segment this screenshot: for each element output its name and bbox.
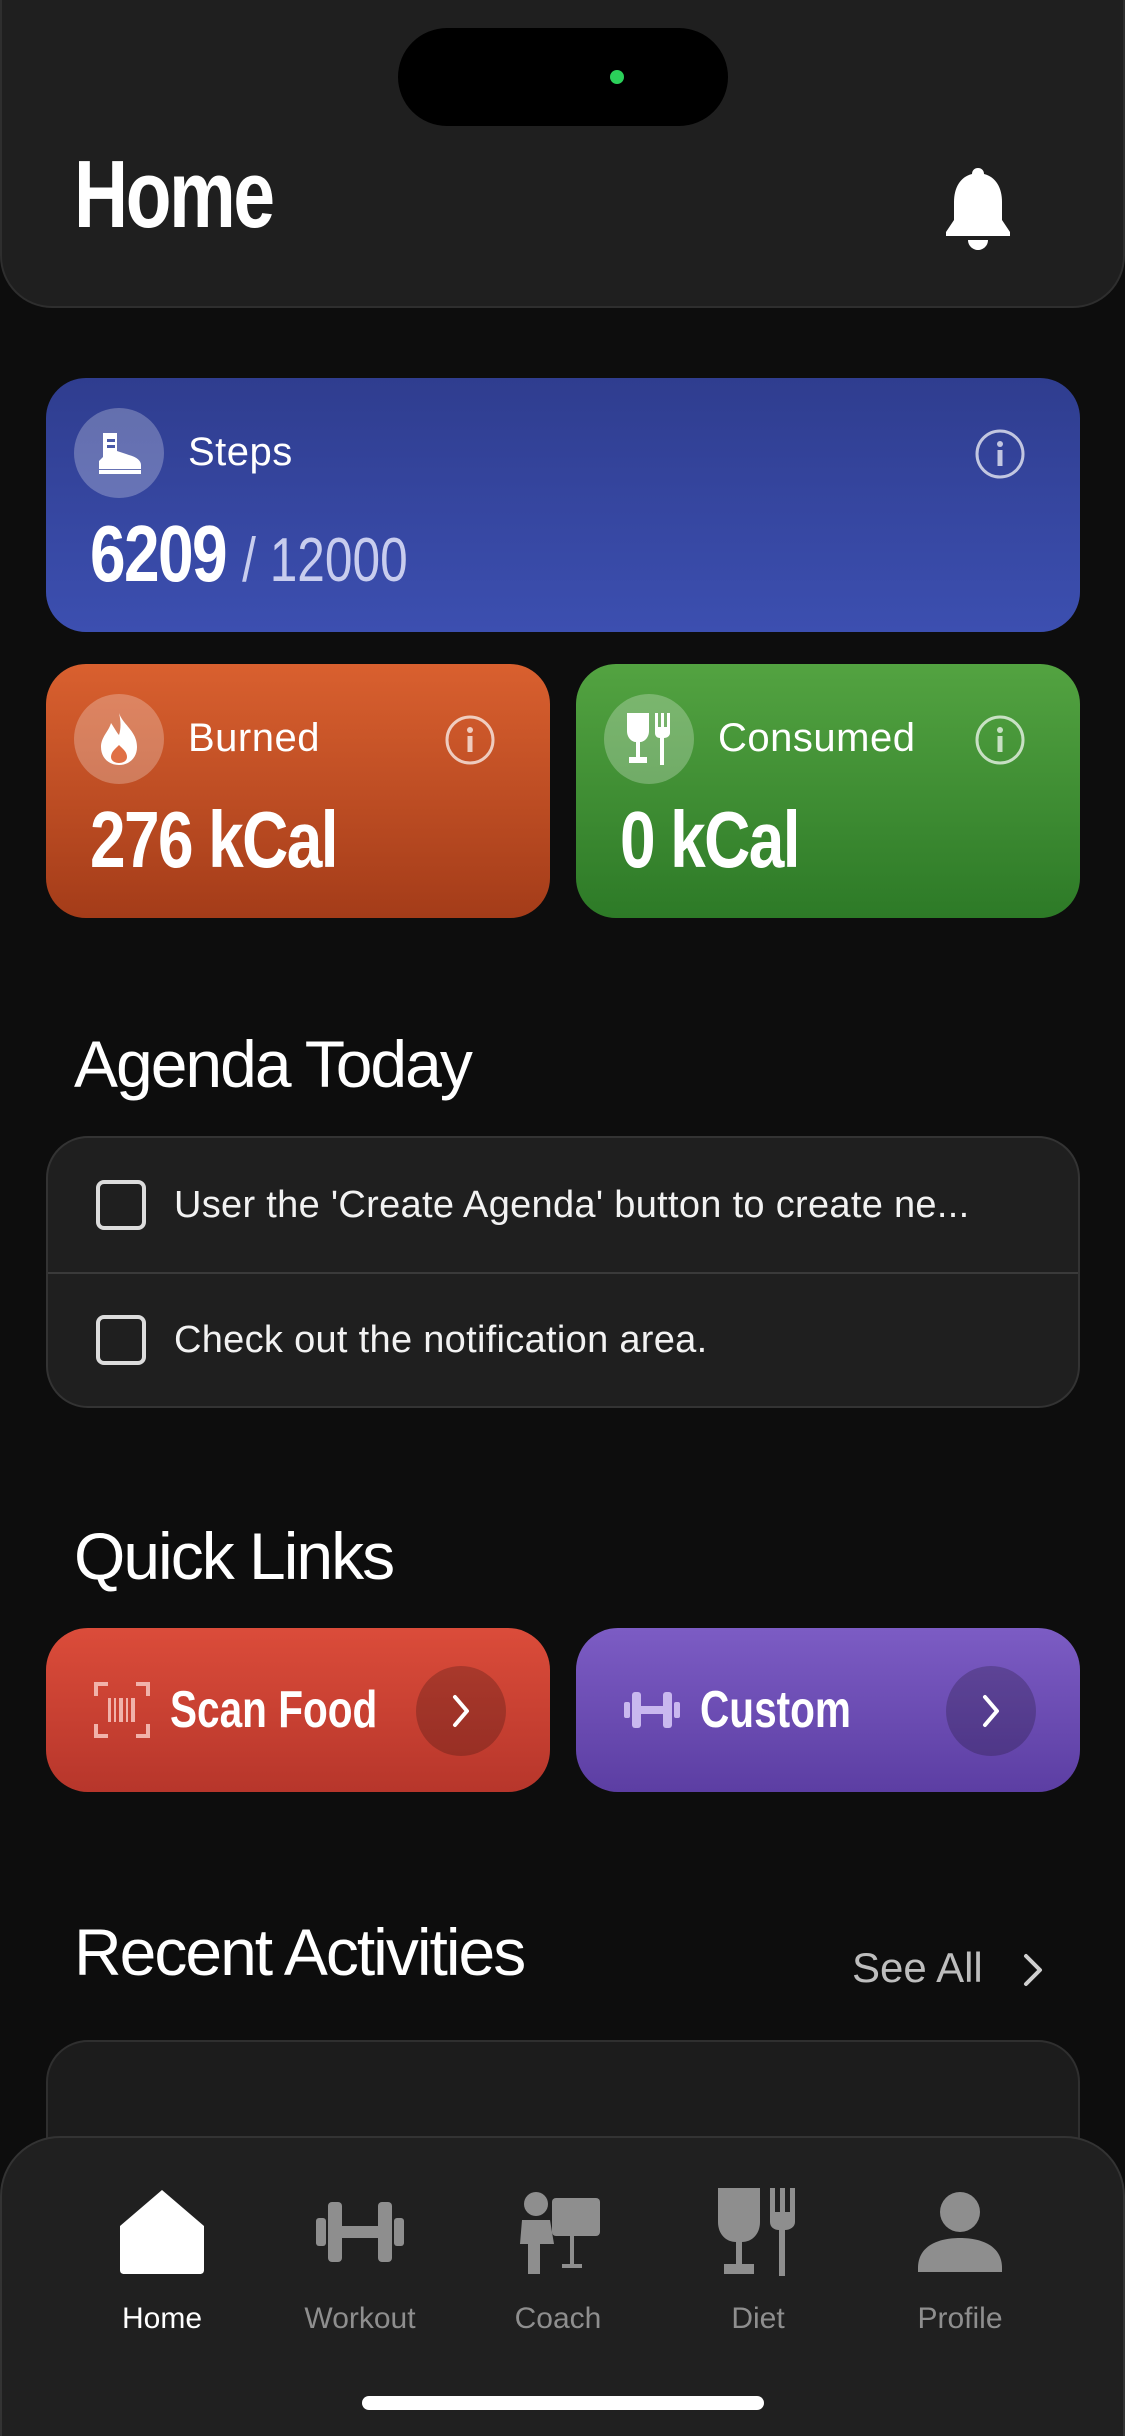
custom-label: Custom: [700, 1681, 851, 1739]
info-icon[interactable]: [974, 428, 1026, 480]
steps-value: 6209: [90, 509, 228, 598]
agenda-checkbox[interactable]: [96, 1315, 146, 1365]
agenda-item-text: User the 'Create Agenda' button to creat…: [174, 1183, 970, 1226]
diet-icon: [604, 694, 694, 784]
info-icon[interactable]: [444, 714, 496, 766]
home-icon: [120, 2190, 204, 2274]
tab-label: Workout: [304, 2302, 416, 2335]
tab-profile[interactable]: Profile: [880, 2184, 1040, 2344]
scan-food-label: Scan Food: [170, 1681, 378, 1739]
consumed-label: Consumed: [718, 716, 916, 760]
chevron-right-icon: [416, 1666, 506, 1756]
chevron-right-icon[interactable]: [1018, 1948, 1048, 1992]
tab-home[interactable]: Home: [82, 2184, 242, 2344]
agenda-title: Agenda Today: [74, 1027, 473, 1101]
recent-activities-title: Recent Activities: [74, 1915, 526, 1989]
agenda-item-text: Check out the notification area.: [174, 1318, 708, 1361]
agenda-item[interactable]: Check out the notification area.: [48, 1272, 1078, 1406]
tab-diet[interactable]: Diet: [678, 2184, 838, 2344]
tab-label: Coach: [514, 2302, 602, 2335]
quick-links-title: Quick Links: [74, 1519, 395, 1593]
agenda-list: User the 'Create Agenda' button to creat…: [46, 1136, 1080, 1408]
tab-label: Home: [121, 2302, 203, 2335]
consumed-value: 0 kCal: [620, 795, 801, 884]
steps-card[interactable]: Steps 6209 / 12000: [46, 378, 1080, 632]
burned-label: Burned: [188, 716, 320, 760]
chevron-right-icon: [946, 1666, 1036, 1756]
consumed-card[interactable]: Consumed 0 kCal: [576, 664, 1080, 918]
coach-icon: [520, 2192, 600, 2274]
dumbbell-icon: [316, 2202, 404, 2262]
steps-value-row: 6209 / 12000: [90, 508, 408, 600]
dynamic-island: [398, 28, 728, 126]
page-title: Home: [74, 141, 275, 248]
diet-icon: [718, 2188, 795, 2276]
profile-icon: [918, 2192, 1002, 2272]
burned-value: 276 kCal: [90, 795, 339, 884]
agenda-item[interactable]: User the 'Create Agenda' button to creat…: [48, 1138, 1078, 1272]
burned-card[interactable]: Burned 276 kCal: [46, 664, 550, 918]
bell-icon[interactable]: [940, 164, 1016, 254]
scan-food-button[interactable]: Scan Food: [46, 1628, 550, 1792]
steps-label: Steps: [188, 430, 293, 474]
tab-label: Profile: [917, 2302, 1003, 2335]
see-all-link[interactable]: See All: [852, 1944, 983, 1992]
scan-barcode-icon: [94, 1682, 150, 1738]
home-indicator: [362, 2396, 764, 2410]
agenda-checkbox[interactable]: [96, 1180, 146, 1230]
camera-indicator: [610, 70, 624, 84]
info-icon[interactable]: [974, 714, 1026, 766]
custom-button[interactable]: Custom: [576, 1628, 1080, 1792]
flame-icon: [74, 694, 164, 784]
steps-goal: / 12000: [242, 526, 408, 595]
tab-label: Diet: [731, 2302, 785, 2335]
tab-coach[interactable]: Coach: [478, 2184, 638, 2344]
tab-workout[interactable]: Workout: [280, 2184, 440, 2344]
dumbbell-icon: [624, 1692, 680, 1728]
shoe-icon: [74, 408, 164, 498]
